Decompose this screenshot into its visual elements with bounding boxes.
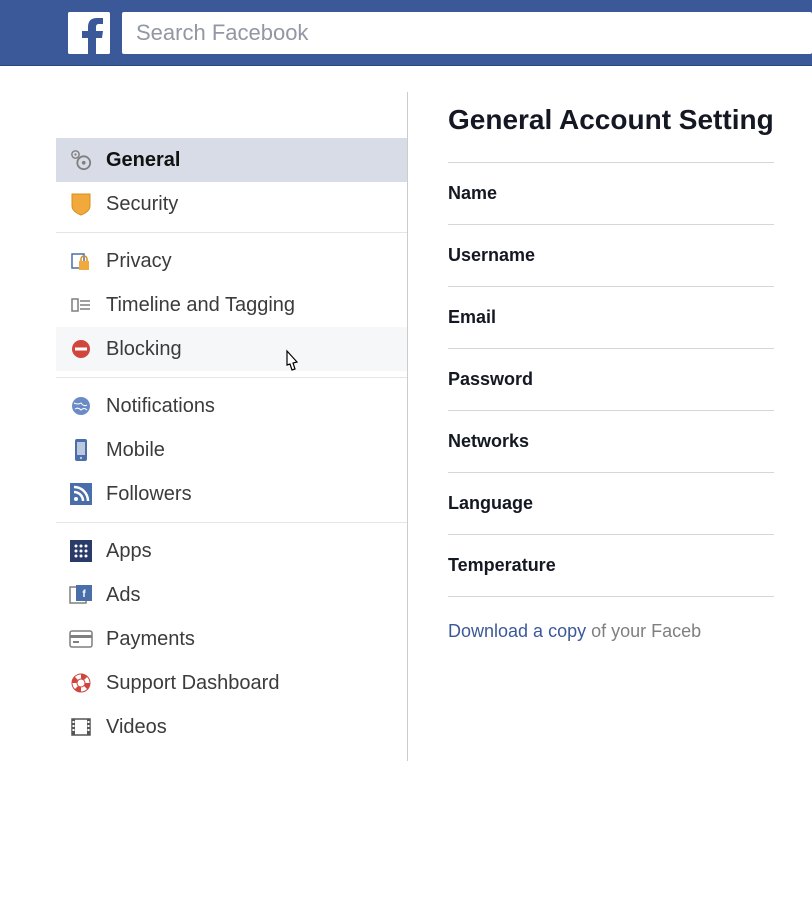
sidebar-item-label: Notifications (106, 395, 215, 418)
sidebar-item-followers[interactable]: Followers (56, 472, 407, 516)
sidebar-item-mobile[interactable]: Mobile (56, 428, 407, 472)
sidebar-item-label: Mobile (106, 439, 165, 462)
sidebar-item-notifications[interactable]: Notifications (56, 384, 407, 428)
page-title: General Account Setting (448, 104, 774, 163)
tag-icon (66, 292, 96, 318)
mobile-icon (66, 437, 96, 463)
sidebar-item-label: Apps (106, 540, 152, 563)
credit-card-icon (66, 626, 96, 652)
sidebar-item-apps[interactable]: Apps (56, 529, 407, 573)
setting-row-password[interactable]: Password (448, 349, 774, 411)
download-copy-link[interactable]: Download a copy (448, 621, 586, 641)
film-icon (66, 714, 96, 740)
gear-icon (66, 147, 96, 173)
sidebar-item-support[interactable]: Support Dashboard (56, 661, 407, 705)
rss-icon (66, 481, 96, 507)
lock-icon (66, 248, 96, 274)
sidebar-item-privacy[interactable]: Privacy (56, 239, 407, 283)
sidebar-item-label: Timeline and Tagging (106, 294, 295, 317)
sidebar-item-label: Followers (106, 483, 192, 506)
main-panel: General Account Setting Name Username Em… (408, 66, 774, 781)
setting-row-networks[interactable]: Networks (448, 411, 774, 473)
setting-row-name[interactable]: Name (448, 163, 774, 225)
sidebar-item-label: Support Dashboard (106, 672, 279, 695)
setting-row-temperature[interactable]: Temperature (448, 535, 774, 597)
sidebar-item-label: Videos (106, 716, 167, 739)
sidebar-item-videos[interactable]: Videos (56, 705, 407, 749)
setting-row-language[interactable]: Language (448, 473, 774, 535)
globe-icon (66, 393, 96, 419)
top-bar (0, 0, 812, 66)
sidebar-item-security[interactable]: Security (56, 182, 407, 226)
sidebar-item-blocking[interactable]: Blocking (56, 327, 407, 371)
download-copy-line: Download a copy of your Faceb (448, 597, 774, 642)
sidebar-item-label: Privacy (106, 250, 172, 273)
sidebar-item-label: Security (106, 193, 178, 216)
cursor-icon (280, 349, 304, 377)
ads-icon: f (66, 582, 96, 608)
apps-icon (66, 538, 96, 564)
sidebar-item-timeline[interactable]: Timeline and Tagging (56, 283, 407, 327)
sidebar-item-label: Blocking (106, 338, 182, 361)
sidebar-item-label: Payments (106, 628, 195, 651)
download-copy-rest: of your Faceb (586, 621, 701, 641)
sidebar-item-label: General (106, 149, 180, 172)
shield-icon (66, 191, 96, 217)
sidebar-item-label: Ads (106, 584, 140, 607)
search-input[interactable] (122, 12, 812, 54)
lifebuoy-icon (66, 670, 96, 696)
sidebar-item-general[interactable]: General (56, 138, 407, 182)
sidebar-item-payments[interactable]: Payments (56, 617, 407, 661)
settings-sidebar: General Security Privacy Timeline an (0, 92, 408, 761)
facebook-logo-icon[interactable] (68, 12, 110, 54)
setting-row-email[interactable]: Email (448, 287, 774, 349)
sidebar-item-ads[interactable]: f Ads (56, 573, 407, 617)
block-icon (66, 336, 96, 362)
setting-row-username[interactable]: Username (448, 225, 774, 287)
